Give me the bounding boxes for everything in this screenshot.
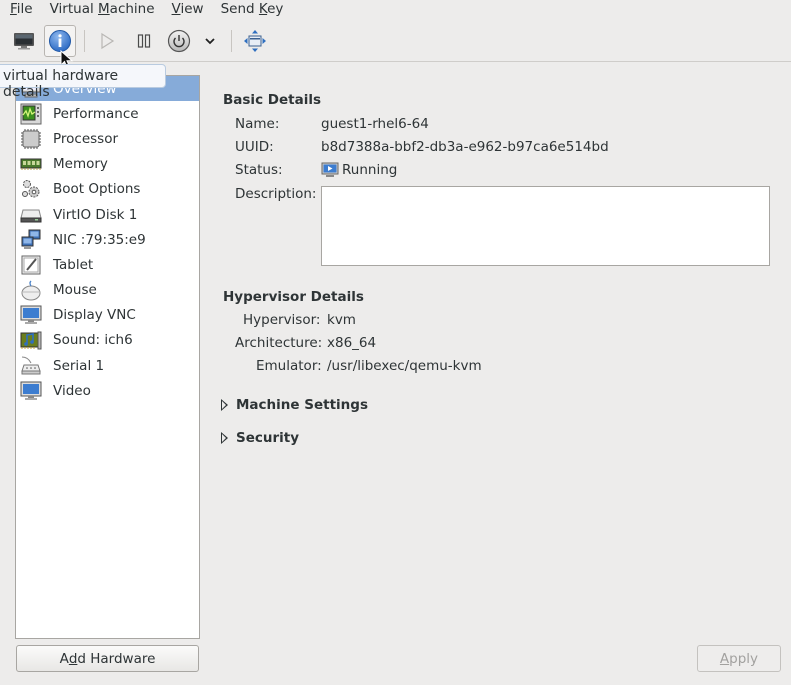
sidebar-item-boot-options[interactable]: Boot Options [16, 177, 199, 202]
toolbar [0, 22, 791, 69]
add-hardware-label-suffix: d Hardware [77, 650, 156, 667]
processor-icon [20, 128, 42, 150]
shutdown-button[interactable] [163, 25, 195, 57]
architecture-label: Architecture: [235, 335, 323, 351]
menu-file-rest: ile [16, 1, 33, 17]
chevron-down-icon [205, 38, 215, 45]
expander-arrow-icon [221, 399, 228, 411]
menu-view-rest: iew [180, 1, 204, 17]
mouse-icon [20, 279, 42, 301]
hypervisor-label: Hypervisor: [243, 312, 321, 328]
status-value-container: Running [321, 162, 397, 178]
hypervisor-details-title: Hypervisor Details [223, 289, 364, 305]
basic-details-title: Basic Details [223, 92, 321, 108]
serial-icon [20, 355, 42, 377]
menu-view[interactable]: View [162, 1, 211, 17]
machine-settings-label: Machine Settings [236, 397, 368, 413]
toolbar-separator [84, 30, 85, 52]
menu-send-key[interactable]: Send Key [211, 1, 291, 17]
sidebar-item-memory[interactable]: Memory [16, 152, 199, 177]
sidebar-item-label: Processor [53, 130, 119, 147]
sidebar-item-label: Sound: ich6 [53, 332, 133, 349]
console-button[interactable] [8, 25, 40, 57]
description-label: Description: [235, 186, 317, 202]
sidebar-item-label: Serial 1 [53, 357, 105, 374]
menu-file[interactable]: File [0, 1, 40, 17]
uuid-value: b8d7388a-bbf2-db3a-e962-b97ca6e514bd [321, 139, 609, 155]
hardware-list[interactable]: Overview Performance Processor Memory Bo… [15, 75, 200, 639]
sidebar-item-label: Display VNC [53, 307, 136, 324]
sidebar-item-label: Memory [53, 156, 108, 173]
pause-button[interactable] [128, 25, 160, 57]
description-textarea[interactable] [321, 186, 770, 266]
shutdown-menu-button[interactable] [195, 25, 225, 57]
pause-icon [137, 34, 151, 48]
menu-sendkey-rest: ey [267, 1, 284, 17]
sidebar-item-nic[interactable]: NIC :79:35:e9 [16, 227, 199, 252]
security-label: Security [236, 430, 300, 446]
sidebar-item-label: Performance [53, 105, 139, 122]
apply-mnemonic: A [719, 650, 730, 667]
menu-virtual-machine[interactable]: Virtual Machine [40, 1, 162, 17]
gears-icon [20, 178, 42, 200]
power-icon [167, 29, 191, 53]
sidebar-item-sound[interactable]: Sound: ich6 [16, 328, 199, 353]
play-icon [101, 32, 115, 50]
disk-icon [20, 204, 42, 226]
running-status-icon [321, 162, 339, 177]
run-button[interactable] [91, 25, 123, 57]
expander-arrow-icon [221, 432, 228, 444]
fullscreen-icon [244, 30, 266, 52]
fullscreen-button[interactable] [239, 25, 271, 57]
name-value: guest1-rhel6-64 [321, 116, 429, 132]
sidebar-item-label: NIC :79:35:e9 [53, 231, 146, 248]
tooltip: virtual hardware details [0, 64, 166, 100]
uuid-label: UUID: [235, 139, 274, 155]
menu-vm-prefix: Virtual [49, 1, 99, 17]
performance-icon [20, 103, 42, 125]
apply-button[interactable]: Apply [697, 645, 781, 672]
sidebar-item-label: VirtIO Disk 1 [53, 206, 138, 223]
security-expander[interactable]: Security [221, 430, 299, 446]
add-hardware-mnemonic: d [68, 650, 78, 667]
add-hardware-label-prefix: A [59, 650, 69, 667]
sidebar-item-label: Tablet [53, 256, 94, 273]
hypervisor-value: kvm [327, 312, 356, 328]
sound-icon [20, 329, 42, 351]
menu-vm-rest: achine [109, 1, 155, 17]
sidebar-item-video[interactable]: Video [16, 378, 199, 403]
sidebar-item-processor[interactable]: Processor [16, 126, 199, 151]
sidebar-item-label: Boot Options [53, 181, 141, 198]
architecture-value: x86_64 [327, 335, 377, 351]
memory-icon [20, 153, 42, 175]
sidebar-item-label: Video [53, 382, 91, 399]
sidebar-item-tablet[interactable]: Tablet [16, 252, 199, 277]
monitor-icon [14, 33, 34, 50]
machine-settings-expander[interactable]: Machine Settings [221, 397, 368, 413]
tablet-icon [20, 254, 42, 276]
menubar: File Virtual Machine View Send Key [0, 0, 791, 18]
name-label: Name: [235, 116, 280, 132]
sidebar-item-virtio-disk-1[interactable]: VirtIO Disk 1 [16, 202, 199, 227]
sidebar-item-display-vnc[interactable]: Display VNC [16, 303, 199, 328]
add-hardware-button[interactable]: Add Hardware [16, 645, 199, 672]
menu-sendkey-prefix: Send [220, 1, 259, 17]
display-icon [20, 304, 42, 326]
video-icon [20, 380, 42, 402]
status-label: Status: [235, 162, 283, 178]
toolbar-separator [231, 30, 232, 52]
sidebar-item-mouse[interactable]: Mouse [16, 278, 199, 303]
status-value: Running [342, 162, 398, 178]
emulator-value: /usr/libexec/qemu-kvm [327, 358, 482, 374]
network-icon [20, 229, 42, 251]
sidebar-item-performance[interactable]: Performance [16, 101, 199, 126]
sidebar-item-serial-1[interactable]: Serial 1 [16, 353, 199, 378]
apply-label-suffix: pply [729, 650, 759, 667]
emulator-label: Emulator: [256, 358, 322, 374]
sidebar-item-label: Mouse [53, 282, 97, 299]
